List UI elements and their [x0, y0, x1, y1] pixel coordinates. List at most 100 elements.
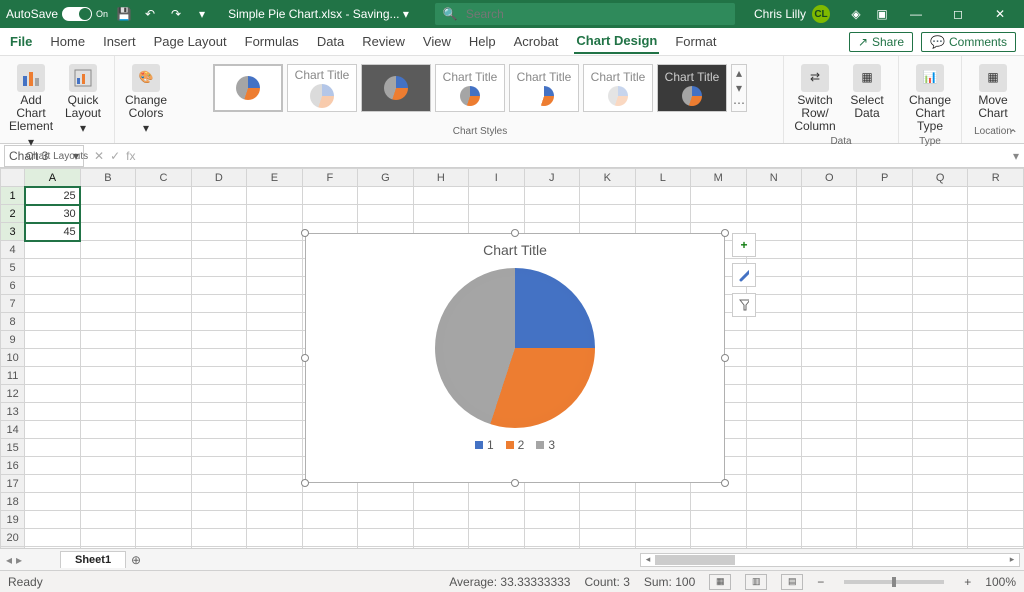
cell-Q5[interactable] — [912, 259, 967, 277]
cell-B12[interactable] — [80, 385, 135, 403]
cell-C5[interactable] — [136, 259, 191, 277]
cell-L20[interactable] — [635, 529, 690, 547]
legend-item-2[interactable]: 2 — [506, 438, 525, 452]
prev-sheet-icon[interactable]: ◂ — [6, 553, 12, 567]
cell-A16[interactable] — [25, 457, 80, 475]
tab-file[interactable]: File — [8, 30, 34, 53]
cell-O12[interactable] — [801, 385, 856, 403]
undo-icon[interactable]: ↶ — [140, 4, 160, 24]
cell-C12[interactable] — [136, 385, 191, 403]
cell-O18[interactable] — [801, 493, 856, 511]
cell-Q16[interactable] — [912, 457, 967, 475]
cell-E5[interactable] — [247, 259, 302, 277]
chart-style-6[interactable]: Chart Title — [583, 64, 653, 112]
cell-L1[interactable] — [635, 187, 690, 205]
chart-elements-button[interactable]: + — [732, 233, 756, 257]
cell-E16[interactable] — [247, 457, 302, 475]
cell-C6[interactable] — [136, 277, 191, 295]
cell-H2[interactable] — [413, 205, 468, 223]
cell-D2[interactable] — [191, 205, 246, 223]
cell-D5[interactable] — [191, 259, 246, 277]
cell-E4[interactable] — [247, 241, 302, 259]
cell-N16[interactable] — [746, 457, 801, 475]
cell-C17[interactable] — [136, 475, 191, 493]
cell-M19[interactable] — [691, 511, 746, 529]
cell-O13[interactable] — [801, 403, 856, 421]
cell-D18[interactable] — [191, 493, 246, 511]
cell-B17[interactable] — [80, 475, 135, 493]
cell-F20[interactable] — [302, 529, 357, 547]
cell-I18[interactable] — [469, 493, 524, 511]
cell-N18[interactable] — [746, 493, 801, 511]
cell-O20[interactable] — [801, 529, 856, 547]
cell-F19[interactable] — [302, 511, 357, 529]
cell-P17[interactable] — [857, 475, 912, 493]
cell-Q3[interactable] — [912, 223, 967, 241]
cell-J2[interactable] — [524, 205, 579, 223]
cell-R5[interactable] — [968, 259, 1024, 277]
cell-A11[interactable] — [25, 367, 80, 385]
cell-B10[interactable] — [80, 349, 135, 367]
row-header-18[interactable]: 18 — [1, 493, 25, 511]
cell-R13[interactable] — [968, 403, 1024, 421]
cell-P5[interactable] — [857, 259, 912, 277]
cell-K2[interactable] — [580, 205, 635, 223]
cell-R21[interactable] — [968, 547, 1024, 549]
chart-style-5[interactable]: Chart Title — [509, 64, 579, 112]
cell-B6[interactable] — [80, 277, 135, 295]
cell-A12[interactable] — [25, 385, 80, 403]
next-sheet-icon[interactable]: ▸ — [16, 553, 22, 567]
cell-A20[interactable] — [25, 529, 80, 547]
cell-P9[interactable] — [857, 331, 912, 349]
cell-G20[interactable] — [358, 529, 413, 547]
cell-N15[interactable] — [746, 439, 801, 457]
cell-E15[interactable] — [247, 439, 302, 457]
cell-P19[interactable] — [857, 511, 912, 529]
col-header-N[interactable]: N — [746, 169, 801, 187]
cell-A18[interactable] — [25, 493, 80, 511]
autosave-toggle[interactable]: AutoSave On — [6, 7, 108, 21]
cell-R4[interactable] — [968, 241, 1024, 259]
qat-dropdown-icon[interactable]: ▾ — [192, 4, 212, 24]
cell-N10[interactable] — [746, 349, 801, 367]
enter-icon[interactable]: ✓ — [110, 149, 120, 163]
cell-A14[interactable] — [25, 421, 80, 439]
row-header-20[interactable]: 20 — [1, 529, 25, 547]
cell-C2[interactable] — [136, 205, 191, 223]
cell-Q4[interactable] — [912, 241, 967, 259]
tab-chart-design[interactable]: Chart Design — [574, 29, 659, 54]
cell-A19[interactable] — [25, 511, 80, 529]
ribbon-mode-icon[interactable]: ▣ — [872, 4, 892, 24]
cell-J20[interactable] — [524, 529, 579, 547]
cell-R16[interactable] — [968, 457, 1024, 475]
cell-E13[interactable] — [247, 403, 302, 421]
cell-D9[interactable] — [191, 331, 246, 349]
col-header-F[interactable]: F — [302, 169, 357, 187]
cell-C7[interactable] — [136, 295, 191, 313]
cell-Q20[interactable] — [912, 529, 967, 547]
cell-D11[interactable] — [191, 367, 246, 385]
cell-L21[interactable] — [635, 547, 690, 549]
add-chart-element-button[interactable]: Add Chart Element▾ — [8, 62, 54, 151]
chart-object[interactable]: Chart Title 1 2 3 — [305, 233, 725, 483]
sheet-nav[interactable]: ◂▸ — [0, 553, 60, 567]
cell-Q19[interactable] — [912, 511, 967, 529]
cell-A13[interactable] — [25, 403, 80, 421]
resize-handle-w[interactable] — [301, 354, 309, 362]
move-chart-button[interactable]: ▦Move Chart — [970, 62, 1016, 122]
search-input[interactable] — [464, 6, 727, 22]
cell-D3[interactable] — [191, 223, 246, 241]
col-header-M[interactable]: M — [691, 169, 746, 187]
cell-R2[interactable] — [968, 205, 1024, 223]
scroll-thumb[interactable] — [655, 555, 735, 565]
switch-row-column-button[interactable]: ⇄Switch Row/ Column — [792, 62, 838, 136]
cell-A7[interactable] — [25, 295, 80, 313]
toggle-switch[interactable] — [62, 7, 92, 21]
cell-P12[interactable] — [857, 385, 912, 403]
cell-Q8[interactable] — [912, 313, 967, 331]
change-colors-button[interactable]: 🎨 Change Colors▾ — [123, 62, 169, 138]
cell-B19[interactable] — [80, 511, 135, 529]
row-header-21[interactable]: 21 — [1, 547, 25, 549]
tab-insert[interactable]: Insert — [101, 30, 138, 53]
cell-C4[interactable] — [136, 241, 191, 259]
